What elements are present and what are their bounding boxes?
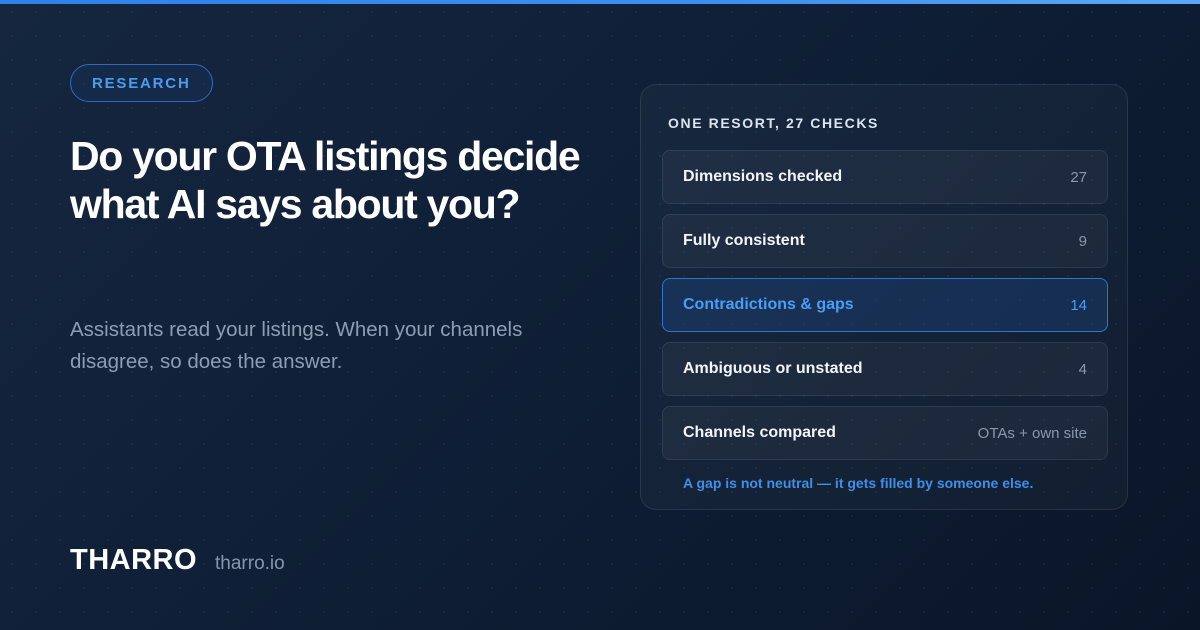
stat-label: Channels compared (683, 424, 836, 441)
panel-footnote: A gap is not neutral — it gets filled by… (683, 475, 1034, 491)
stat-value: 9 (1078, 232, 1087, 250)
stat-row-contradictions-gaps: Contradictions & gaps 14 (662, 278, 1108, 332)
og-card: RESEARCH Do your OTA listings decide wha… (0, 0, 1200, 630)
stat-label: Fully consistent (683, 232, 805, 249)
stats-panel: ONE RESORT, 27 CHECKS Dimensions checked… (640, 84, 1128, 510)
stat-label: Ambiguous or unstated (683, 360, 863, 377)
headline: Do your OTA listings decide what AI says… (70, 133, 581, 227)
brand-domain: tharro.io (215, 553, 285, 574)
stat-row-fully-consistent: Fully consistent 9 (662, 214, 1108, 268)
stats-list: Dimensions checked 27 Fully consistent 9… (662, 150, 1108, 470)
category-badge: RESEARCH (70, 64, 213, 102)
stat-label: Dimensions checked (683, 168, 843, 185)
top-accent-bar (0, 0, 1200, 4)
stat-value: 14 (1070, 296, 1087, 314)
stat-value: 27 (1070, 168, 1087, 186)
stat-row-dimensions-checked: Dimensions checked 27 (662, 150, 1108, 204)
stat-value: OTAs + own site (977, 424, 1087, 442)
stat-label: Contradictions & gaps (683, 296, 854, 313)
stat-row-ambiguous-unstated: Ambiguous or unstated 4 (662, 342, 1108, 396)
stat-value: 4 (1078, 360, 1087, 378)
panel-title: ONE RESORT, 27 CHECKS (668, 115, 879, 131)
brand-logo: THARRO (70, 544, 198, 576)
subheadline: Assistants read your listings. When your… (70, 318, 523, 373)
stat-row-channels-compared: Channels compared OTAs + own site (662, 406, 1108, 460)
